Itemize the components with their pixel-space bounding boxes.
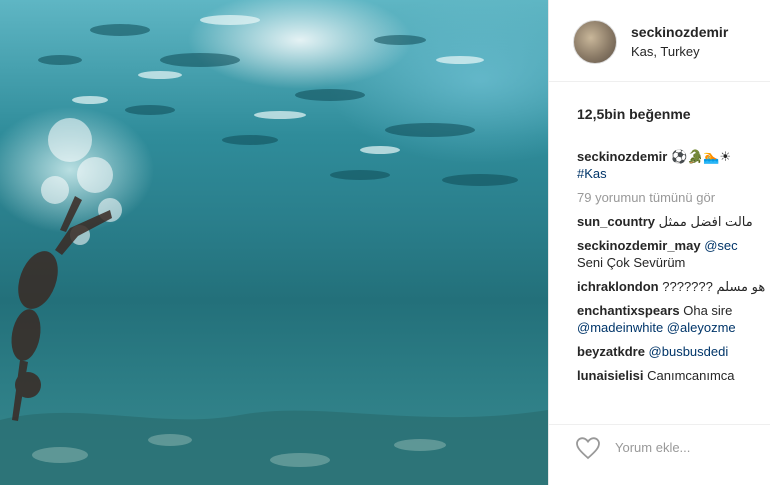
comment-item: sun_country مالت افضل ممثل <box>577 213 770 230</box>
post-side-panel: seckinozdemir Kas, Turkey 12,5bin beğenm… <box>549 0 770 485</box>
comment-username[interactable]: seckinozdemir_may <box>577 238 701 253</box>
likes-count[interactable]: 12,5bin beğenme <box>577 106 691 122</box>
comment-item: enchantixspears Oha sire <box>577 302 770 319</box>
comments-list: seckinozdemir ⚽🐊🏊☀ #Kas 79 yorumun tümün… <box>577 148 770 384</box>
comment-mention[interactable]: @sec <box>704 238 737 253</box>
comment-text: ??????? هو مسلم <box>662 279 766 294</box>
comment-mentions[interactable]: @madeinwhite @aleyozme <box>577 320 736 335</box>
comment-username[interactable]: sun_country <box>577 214 655 229</box>
caption: seckinozdemir ⚽🐊🏊☀ <box>577 148 770 165</box>
caption-hashtag[interactable]: #Kas <box>577 166 607 181</box>
comment-username[interactable]: beyzatkdre <box>577 344 645 359</box>
comment-item: lunaisielisi Canımcanımca <box>577 367 770 384</box>
comment-item: ichraklondon ??????? هو مسلم <box>577 278 770 295</box>
comment-text: Seni Çok Sevürüm <box>577 255 686 270</box>
comment-username[interactable]: enchantixspears <box>577 303 680 318</box>
comment-username[interactable]: lunaisielisi <box>577 368 643 383</box>
heart-outline-icon[interactable] <box>575 436 601 460</box>
view-all-comments-line: 79 yorumun tümünü gör <box>577 189 770 206</box>
avatar[interactable] <box>573 20 617 64</box>
comment-username[interactable]: ichraklondon <box>577 279 659 294</box>
post-header: seckinozdemir Kas, Turkey <box>549 0 770 82</box>
caption-hashtag-line: #Kas <box>577 165 770 182</box>
add-comment-input[interactable]: Yorum ekle... <box>615 440 690 455</box>
comment-item: beyzatkdre @busbusdedi <box>577 343 770 360</box>
comment-text: مالت افضل ممثل <box>658 214 753 229</box>
underwater-scene <box>0 15 548 485</box>
comment-text: Oha sire <box>683 303 733 318</box>
caption-username[interactable]: seckinozdemir <box>577 149 667 164</box>
caption-emoji: ⚽🐊🏊☀ <box>670 149 732 164</box>
comment-mention[interactable]: @busbusdedi <box>649 344 729 359</box>
comment-item: seckinozdemir_may @sec <box>577 237 770 254</box>
post-username[interactable]: seckinozdemir <box>631 24 728 40</box>
post-actions: Yorum ekle... <box>549 424 770 485</box>
comment-continuation: Seni Çok Sevürüm <box>577 254 770 271</box>
view-all-comments-link[interactable]: 79 yorumun tümünü gör <box>577 190 715 205</box>
comment-text: Canımcanımca <box>647 368 735 383</box>
comment-continuation: @madeinwhite @aleyozme <box>577 319 770 336</box>
post-location[interactable]: Kas, Turkey <box>631 44 700 59</box>
post-photo[interactable] <box>0 0 548 485</box>
